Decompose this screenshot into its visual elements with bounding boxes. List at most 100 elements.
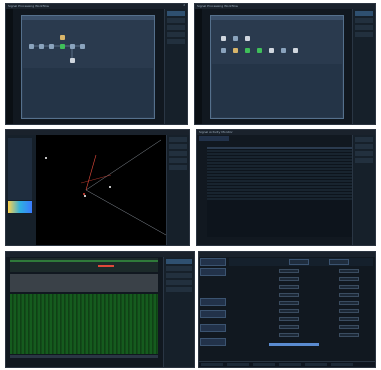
- sidebar-item[interactable]: [169, 165, 187, 170]
- sidebar-item[interactable]: [167, 25, 185, 30]
- form-field[interactable]: [279, 301, 299, 305]
- tab-button[interactable]: [289, 259, 309, 265]
- table-row[interactable]: [207, 189, 352, 191]
- table-row[interactable]: [207, 162, 352, 164]
- panel-workflow-1: Signal Processing Workflow 2: [5, 3, 188, 125]
- sidebar-item[interactable]: [167, 32, 185, 37]
- table-row[interactable]: [207, 150, 352, 152]
- right-sidebar: [352, 135, 375, 245]
- data-table[interactable]: [207, 147, 352, 237]
- form-field[interactable]: [279, 309, 299, 313]
- status-cell: [253, 363, 275, 366]
- left-sidebar: [6, 135, 36, 245]
- sidebar-item[interactable]: [169, 144, 187, 149]
- map-canvas[interactable]: [36, 135, 169, 245]
- form-field[interactable]: [339, 301, 359, 305]
- sidebar-item[interactable]: [355, 144, 373, 149]
- form-field[interactable]: [279, 317, 299, 321]
- table-row[interactable]: [207, 156, 352, 158]
- table-row[interactable]: [207, 168, 352, 170]
- tab-bar: [229, 258, 373, 266]
- tab-button[interactable]: [329, 259, 349, 265]
- workflow-window[interactable]: [21, 15, 155, 119]
- node-icon[interactable]: [257, 48, 262, 53]
- form-field[interactable]: [339, 325, 359, 329]
- panel-title: Signal Processing Workflow: [6, 4, 187, 9]
- sidebar-item[interactable]: [355, 137, 373, 142]
- sidebar-item[interactable]: [355, 11, 373, 16]
- sidebar-item[interactable]: [355, 25, 373, 30]
- form-field[interactable]: [279, 277, 299, 281]
- sidebar-item[interactable]: [167, 18, 185, 23]
- table-row[interactable]: [207, 159, 352, 161]
- panel-tag: 2: [183, 4, 185, 7]
- table-row[interactable]: [207, 165, 352, 167]
- form-field[interactable]: [339, 317, 359, 321]
- workflow-window[interactable]: [210, 15, 344, 119]
- panel-form: [198, 251, 376, 368]
- layer-list[interactable]: [8, 138, 32, 200]
- node-icon[interactable]: [221, 36, 226, 41]
- sidebar-item[interactable]: [166, 259, 192, 264]
- right-sidebar: [166, 135, 189, 245]
- table-row[interactable]: [207, 180, 352, 182]
- sidebar-item[interactable]: [355, 18, 373, 23]
- node-icon[interactable]: [233, 48, 238, 53]
- form-field[interactable]: [279, 293, 299, 297]
- nav-button[interactable]: [200, 310, 226, 318]
- sidebar-item[interactable]: [167, 39, 185, 44]
- form-field[interactable]: [279, 285, 299, 289]
- sidebar-item[interactable]: [169, 137, 187, 142]
- node-icon[interactable]: [293, 48, 298, 53]
- table-row[interactable]: [207, 177, 352, 179]
- sidebar-item[interactable]: [355, 32, 373, 37]
- node-icon[interactable]: [233, 36, 238, 41]
- node-icon[interactable]: [221, 48, 226, 53]
- node-icon[interactable]: [245, 48, 250, 53]
- sidebar-item[interactable]: [166, 287, 192, 292]
- node-icon[interactable]: [245, 36, 250, 41]
- timeline-strip[interactable]: [10, 274, 158, 292]
- sidebar-item[interactable]: [169, 151, 187, 156]
- node-icon[interactable]: [269, 48, 274, 53]
- left-toolbar: [6, 9, 13, 124]
- table-row[interactable]: [207, 192, 352, 194]
- form-field[interactable]: [279, 333, 299, 337]
- form-field[interactable]: [279, 269, 299, 273]
- table-row[interactable]: [207, 186, 352, 188]
- table-row[interactable]: [207, 171, 352, 173]
- map-marker[interactable]: [109, 186, 111, 188]
- waterfall-display[interactable]: [10, 294, 158, 354]
- nav-button[interactable]: [200, 324, 226, 332]
- nav-button[interactable]: [200, 258, 226, 266]
- sidebar-item[interactable]: [166, 266, 192, 271]
- form-field[interactable]: [339, 269, 359, 273]
- form-field[interactable]: [279, 325, 299, 329]
- sidebar-item[interactable]: [169, 158, 187, 163]
- sidebar-item[interactable]: [355, 151, 373, 156]
- spectrum-header: [10, 258, 158, 272]
- form-field[interactable]: [339, 293, 359, 297]
- map-marker[interactable]: [84, 195, 86, 197]
- form-field[interactable]: [339, 309, 359, 313]
- sidebar-item[interactable]: [355, 158, 373, 163]
- status-bar: [199, 361, 375, 367]
- sidebar-item[interactable]: [166, 273, 192, 278]
- map-marker[interactable]: [45, 157, 47, 159]
- toolbar[interactable]: [199, 136, 229, 141]
- nav-button[interactable]: [200, 268, 226, 276]
- table-row[interactable]: [207, 183, 352, 185]
- table-row[interactable]: [207, 198, 352, 200]
- form-field[interactable]: [339, 285, 359, 289]
- nav-button[interactable]: [200, 298, 226, 306]
- table-row[interactable]: [207, 174, 352, 176]
- sidebar-item[interactable]: [167, 11, 185, 16]
- table-row[interactable]: [207, 195, 352, 197]
- nav-button[interactable]: [200, 338, 226, 346]
- form-field[interactable]: [339, 333, 359, 337]
- right-sidebar: [352, 9, 375, 124]
- form-field[interactable]: [339, 277, 359, 281]
- node-icon[interactable]: [281, 48, 286, 53]
- table-row[interactable]: [207, 153, 352, 155]
- sidebar-item[interactable]: [166, 280, 192, 285]
